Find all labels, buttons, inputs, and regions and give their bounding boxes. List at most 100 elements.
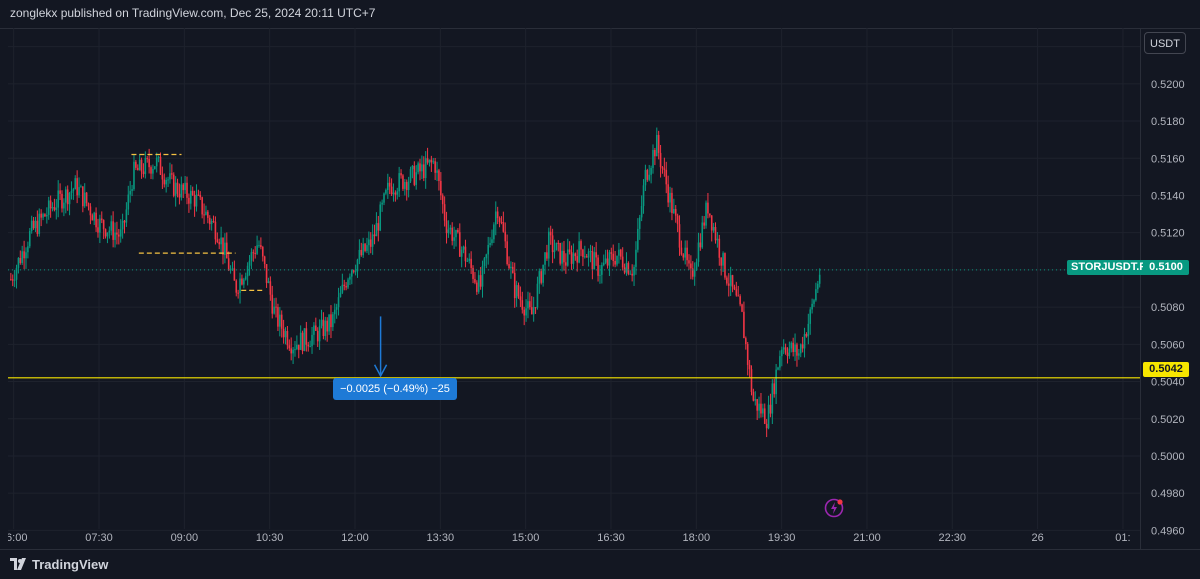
candle-body	[116, 232, 118, 235]
lightning-icon[interactable]	[824, 497, 846, 519]
candle-body	[392, 192, 395, 195]
candle-body	[324, 320, 327, 336]
candle-body	[521, 300, 524, 310]
brand-name[interactable]: TradingView	[32, 557, 108, 572]
candle-body	[214, 221, 217, 240]
candle-body	[604, 258, 607, 263]
candle-body	[237, 292, 239, 294]
candle-body	[78, 187, 80, 196]
candle-body	[477, 275, 480, 292]
candle-body	[131, 189, 133, 191]
candle-body	[154, 166, 156, 170]
candle-body	[269, 281, 272, 295]
candle-body	[394, 192, 397, 195]
candle-body	[114, 232, 116, 240]
candle-body	[746, 344, 749, 365]
candle-body	[99, 218, 101, 233]
candle-body	[273, 306, 275, 314]
candle-body	[80, 186, 82, 188]
candle-body	[40, 213, 42, 218]
candle-body	[811, 303, 813, 310]
candle-body	[674, 208, 677, 216]
candle-body	[500, 221, 503, 223]
candle-body	[748, 364, 751, 370]
candle-body	[714, 227, 717, 241]
candle-body	[227, 258, 230, 271]
candle-body	[167, 179, 169, 181]
candle-body	[633, 266, 635, 276]
candle-body	[805, 334, 808, 337]
candle-body	[481, 265, 484, 287]
candle-body	[66, 189, 69, 205]
candle-body	[51, 207, 54, 209]
measure-tool-label[interactable]: −0.0025 (−0.49%) −25	[333, 378, 457, 400]
candle-body	[781, 349, 783, 357]
currency-button[interactable]: USDT	[1144, 32, 1186, 54]
candle-body	[593, 252, 596, 270]
candle-body	[519, 296, 522, 301]
candle-body	[426, 158, 429, 163]
candle-body	[697, 242, 700, 262]
candle-body	[445, 220, 448, 234]
horizontal-level-tag: 0.5042	[1143, 362, 1189, 377]
candle-body	[102, 220, 105, 230]
candle-body	[286, 331, 289, 346]
candle-body	[358, 249, 361, 260]
candle-body	[468, 258, 471, 261]
candle-body	[707, 202, 709, 214]
candle-body	[610, 252, 613, 254]
candle-body	[63, 202, 65, 209]
y-tick-label: 0.5000	[1151, 451, 1185, 463]
candle-body	[601, 265, 603, 275]
candle-body	[532, 307, 535, 315]
candle-body	[690, 263, 692, 269]
chart-footer: TradingView	[0, 549, 1200, 579]
x-tick-label: 06:00	[8, 532, 27, 544]
tradingview-logo-icon[interactable]	[10, 558, 28, 570]
candle-body	[10, 279, 12, 281]
candle-body	[398, 173, 400, 192]
candle-body	[794, 344, 796, 352]
candle-body	[432, 161, 435, 163]
candle-body	[83, 192, 86, 207]
candle-body	[152, 169, 154, 174]
candle-body	[231, 268, 234, 270]
candle-body	[443, 204, 446, 221]
candle-body	[703, 222, 705, 226]
candle-body	[186, 182, 188, 198]
candle-body	[455, 230, 457, 238]
candle-body	[813, 300, 815, 304]
candle-body	[135, 161, 137, 168]
candle-body	[282, 328, 285, 338]
candle-body	[191, 190, 194, 195]
candle-body	[93, 212, 95, 221]
candle-body	[263, 256, 266, 265]
candle-body	[316, 330, 319, 342]
publish-info: zonglekx published on TradingView.com, D…	[10, 6, 376, 20]
candle-body	[47, 200, 50, 215]
candle-body	[504, 231, 507, 242]
candle-body	[640, 205, 643, 218]
candle-body	[104, 229, 107, 237]
price-chart[interactable]: 06:00 07:30 09:00 10:30 12:00 13:30 15:00 16:30…	[8, 28, 1140, 549]
candle-body	[510, 266, 512, 269]
candle-body	[493, 224, 495, 240]
candle-body	[584, 256, 586, 258]
candle-body	[709, 213, 711, 216]
candle-body	[368, 239, 370, 246]
candle-body	[436, 170, 438, 173]
candle-body	[411, 165, 414, 170]
price-axis[interactable]: 0.52200.52000.51800.51600.51400.51200.51…	[1140, 28, 1200, 549]
candle-body	[466, 260, 469, 262]
candle-body	[218, 242, 221, 245]
candle-body	[172, 174, 175, 196]
candle-body	[155, 157, 158, 167]
candle-body	[290, 348, 292, 354]
candle-body	[379, 204, 382, 231]
candle-body	[616, 255, 618, 265]
candle-body	[241, 278, 243, 285]
candle-body	[387, 182, 389, 190]
candle-body	[248, 260, 251, 266]
candle-body	[576, 256, 579, 263]
candle-body	[28, 231, 31, 247]
